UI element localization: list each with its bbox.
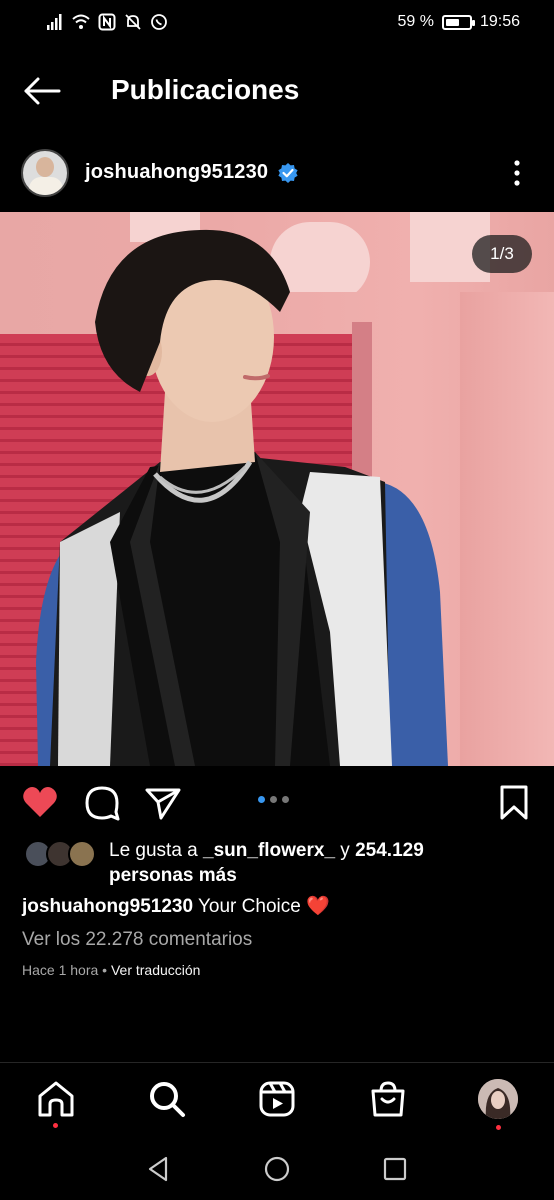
status-bar: 59 % 19:56: [0, 0, 554, 46]
bookmark-icon[interactable]: [494, 782, 534, 822]
author-avatar[interactable]: [21, 149, 69, 197]
home-notification-dot: [53, 1123, 58, 1128]
likes-count[interactable]: 254.129: [355, 840, 424, 861]
post-image[interactable]: 1/3: [0, 212, 554, 766]
author-username[interactable]: joshuahong951230: [85, 161, 268, 184]
post-header: joshuahong951230: [0, 146, 554, 202]
battery-icon: [441, 14, 475, 30]
view-comments-link[interactable]: Ver los 22.278 comentarios: [22, 929, 252, 951]
share-send-icon[interactable]: [143, 782, 183, 822]
clock: 19:56: [479, 13, 520, 30]
translate-link[interactable]: Ver traducción: [111, 962, 201, 978]
post-meta: Hace 1 hora • Ver traducción: [22, 962, 200, 978]
top-header: Publicaciones: [0, 60, 554, 122]
carousel-dot: [270, 796, 277, 803]
wifi-icon: [72, 14, 90, 29]
caption-text: Your Choice: [193, 896, 307, 917]
liker-avatars: [24, 840, 100, 868]
search-icon[interactable]: [147, 1079, 187, 1119]
likes-prefix: Le gusta a: [109, 840, 204, 861]
whatsapp-icon: [151, 14, 167, 30]
system-navigation-bar: [0, 1138, 554, 1200]
mute-icon: [125, 14, 141, 30]
comment-icon[interactable]: [82, 782, 122, 822]
system-back-icon[interactable]: [144, 1154, 174, 1184]
caption-heart-emoji: ❤️: [306, 896, 330, 917]
reels-icon[interactable]: [257, 1079, 297, 1119]
liker-avatar: [68, 840, 96, 868]
post-time: Hace 1 hora: [22, 962, 99, 978]
like-heart-icon[interactable]: [20, 782, 60, 822]
battery-percent: 59 %: [397, 13, 434, 30]
carousel-dot: [258, 796, 265, 803]
profile-notification-dot: [496, 1125, 501, 1130]
arrow-left-icon[interactable]: [22, 74, 62, 108]
system-home-icon[interactable]: [262, 1154, 292, 1184]
bottom-nav: [0, 1063, 554, 1137]
more-options-icon[interactable]: [508, 158, 526, 188]
signal-icon: [47, 14, 62, 30]
shop-icon[interactable]: [368, 1079, 408, 1119]
nfc-icon: [98, 13, 116, 31]
carousel-dot: [282, 796, 289, 803]
home-icon[interactable]: [36, 1079, 76, 1119]
system-recents-icon[interactable]: [380, 1154, 410, 1184]
image-counter: 1/3: [472, 235, 532, 273]
likes-middle: y: [335, 840, 356, 861]
caption-username[interactable]: joshuahong951230: [22, 896, 193, 917]
person-figure: [36, 229, 448, 766]
liker-username[interactable]: _sun_flowerx_: [203, 840, 335, 861]
meta-separator: •: [98, 962, 111, 978]
profile-avatar[interactable]: [478, 1079, 518, 1119]
verified-badge-icon: [278, 163, 298, 183]
likes-suffix[interactable]: personas más: [109, 865, 237, 886]
post-actions: [0, 776, 554, 826]
likes-text: Le gusta a _sun_flowerx_ y 254.129 person…: [109, 838, 529, 888]
page-title: Publicaciones: [111, 74, 300, 105]
carousel-indicator: [258, 796, 289, 803]
post-caption: joshuahong951230 Your Choice ❤️: [22, 894, 330, 918]
profile-photo: [478, 1079, 518, 1119]
